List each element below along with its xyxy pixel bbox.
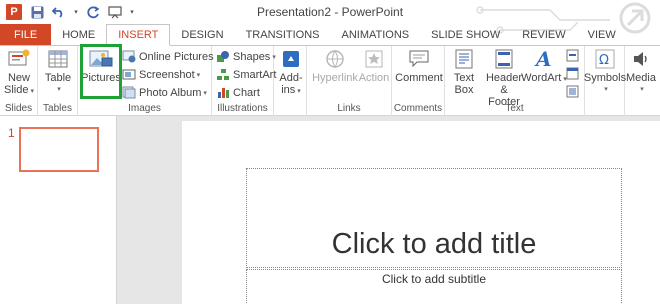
slide-thumbnail[interactable] xyxy=(19,127,99,172)
wordart-icon: A xyxy=(532,48,556,70)
tab-view[interactable]: VIEW xyxy=(577,24,627,46)
tab-review[interactable]: REVIEW xyxy=(511,24,576,46)
group-label-images: Images xyxy=(128,103,161,114)
chart-button[interactable]: Chart xyxy=(216,84,260,101)
tab-animations[interactable]: ANIMATIONS xyxy=(331,24,421,46)
group-apps: Add- ins ▾ xyxy=(274,46,307,116)
document-title: Presentation2 - PowerPoint xyxy=(256,5,404,19)
media-button[interactable]: Media ▾ xyxy=(625,48,657,96)
shapes-icon xyxy=(216,50,230,64)
header-footer-icon xyxy=(492,48,516,70)
smartart-icon xyxy=(216,68,230,82)
group-slides: New Slide ▾ Slides xyxy=(0,46,38,116)
group-label-comments: Comments xyxy=(393,103,443,114)
group-label-text: Text xyxy=(505,103,524,114)
online-pictures-icon xyxy=(122,50,136,64)
date-time-icon[interactable] xyxy=(565,65,582,82)
add-ins-button[interactable]: Add- ins ▾ xyxy=(278,48,304,98)
tab-home[interactable]: HOME xyxy=(51,24,106,46)
group-label-tables: Tables xyxy=(43,103,72,114)
group-comments: Comment Comments xyxy=(392,46,445,116)
slide-thumbnail-pane: 1 xyxy=(0,116,117,304)
group-symbols: Ω Symbols ▾ xyxy=(584,46,626,116)
pictures-highlight-box xyxy=(80,44,122,99)
group-label-slides: Slides xyxy=(4,103,33,114)
wordart-button[interactable]: A WordArt ▾ xyxy=(521,48,567,86)
svg-text:A: A xyxy=(534,49,552,69)
shapes-button[interactable]: Shapes ▾ xyxy=(216,48,276,65)
group-media: Media ▾ xyxy=(625,46,660,116)
table-button[interactable]: Table ▾ xyxy=(44,48,72,96)
slide-number: 1 xyxy=(8,126,15,140)
photo-album-icon xyxy=(122,86,136,100)
tab-transitions[interactable]: TRANSITIONS xyxy=(235,24,331,46)
hyperlink-icon xyxy=(323,48,347,70)
tab-design[interactable]: DESIGN xyxy=(170,24,234,46)
screenshot-icon xyxy=(122,68,136,82)
add-ins-icon xyxy=(279,48,303,70)
workspace: 1 Click to add title Click to add subtit… xyxy=(0,116,660,304)
smartart-button[interactable]: SmartArt xyxy=(216,66,276,83)
omega-icon: Ω xyxy=(593,48,617,70)
symbols-button[interactable]: Ω Symbols ▾ xyxy=(584,48,626,96)
text-box-icon xyxy=(452,48,476,70)
group-tables: Table ▾ Tables xyxy=(38,46,78,116)
tab-insert[interactable]: INSERT xyxy=(106,24,171,46)
subtitle-placeholder-text: Click to add subtitle xyxy=(381,272,487,286)
svg-text:Ω: Ω xyxy=(599,53,609,68)
group-label-links: Links xyxy=(337,103,361,114)
text-box-button[interactable]: Text Box xyxy=(449,48,479,96)
hyperlink-button[interactable]: Hyperlink xyxy=(312,48,358,84)
photo-album-button[interactable]: Photo Album ▾ xyxy=(122,84,207,101)
group-text: Text Box Header & Footer A WordArt ▾ Text xyxy=(445,46,585,116)
title-bar: P ▾ ▾ Presentation2 - PowerPoint xyxy=(0,0,660,24)
new-slide-icon xyxy=(7,48,31,70)
speaker-icon xyxy=(629,48,653,70)
new-slide-button[interactable]: New Slide ▾ xyxy=(4,48,34,98)
group-links: Hyperlink Action Links xyxy=(307,46,392,116)
title-placeholder[interactable]: Click to add title xyxy=(246,168,622,268)
header-footer-button[interactable]: Header & Footer xyxy=(483,48,525,108)
online-pictures-button[interactable]: Online Pictures xyxy=(122,48,214,65)
action-star-icon xyxy=(362,48,386,70)
slide-canvas[interactable]: Click to add title Click to add subtitle xyxy=(182,121,660,304)
chart-icon xyxy=(216,86,230,100)
table-icon xyxy=(46,48,70,70)
group-label-illustrations: Illustrations xyxy=(217,103,268,114)
equation-small-icon[interactable] xyxy=(565,47,582,64)
ribbon-tabs: FILE HOME INSERT DESIGN TRANSITIONS ANIM… xyxy=(0,24,660,46)
comment-icon xyxy=(407,48,431,70)
subtitle-placeholder[interactable]: Click to add subtitle xyxy=(246,269,622,304)
screenshot-button[interactable]: Screenshot ▾ xyxy=(122,66,200,83)
tab-slide-show[interactable]: SLIDE SHOW xyxy=(420,24,511,46)
comment-button[interactable]: Comment xyxy=(395,48,443,84)
title-placeholder-text: Click to add title xyxy=(331,228,537,260)
object-icon[interactable] xyxy=(565,83,582,100)
action-button[interactable]: Action xyxy=(359,48,389,84)
tab-file[interactable]: FILE xyxy=(0,24,52,46)
group-illustrations: Shapes ▾ SmartArt Chart Illustrations xyxy=(212,46,276,116)
